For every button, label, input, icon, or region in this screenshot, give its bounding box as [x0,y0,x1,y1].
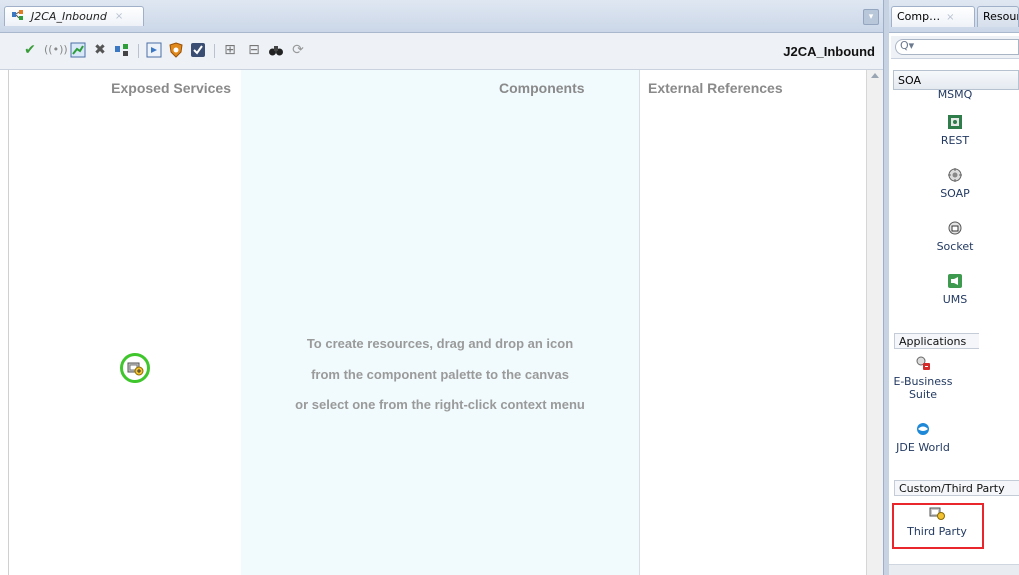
canvas-vertical-scrollbar[interactable] [866,70,884,575]
canvas-hint-line: or select one from the right-click conte… [295,397,585,412]
palette-category-select[interactable]: SOA [893,70,1019,90]
palette-item-e-business-suite[interactable]: E-Business Suite [891,355,955,401]
tab-resources[interactable]: Resour [977,6,1019,27]
exposed-services-title: Exposed Services [111,80,231,96]
wireless-icon[interactable]: ((•)) [44,42,68,58]
exposed-services-lane[interactable]: Exposed Services [8,70,242,575]
palette-item-label: JDE World [896,441,950,454]
palette-item-label: MSMQ [937,90,973,101]
composite-canvas[interactable]: Exposed Services Components To create re… [0,70,884,575]
component-palette: Comp… × Resour Q▾ SOA MSMQ REST SOAP Soc… [889,0,1019,575]
components-lane[interactable]: Components To create resources, drag and… [241,70,640,575]
tab-components[interactable]: Comp… × [891,6,975,27]
palette-item-label: Socket [936,240,974,253]
palette-item-label: SOAP [940,187,970,200]
search-icon[interactable]: Q▾ [900,39,914,52]
deploy-icon[interactable] [114,42,130,58]
palette-item-rest[interactable]: REST [891,114,1019,147]
service-icon[interactable] [146,42,162,58]
toolbar-separator [214,44,215,58]
palette-tab-strip: Comp… × Resour [889,0,1019,33]
composite-title: J2CA_Inbound [783,44,875,59]
socket-adapter-icon [891,220,1019,240]
close-icon[interactable]: × [946,12,954,23]
third-party-highlight-box [892,503,984,549]
palette-horizontal-scrollbar[interactable] [889,564,1019,575]
category-applications[interactable]: Applications [894,333,979,349]
collapse-icon[interactable]: ⊞ [222,42,238,58]
components-title: Components [499,80,585,96]
canvas-hint-line: To create resources, drag and drop an ic… [306,336,574,351]
canvas-hint-line: from the component palette to the canvas [311,367,569,382]
palette-item-label: REST [940,134,970,147]
palette-search-bar: Q▾ [891,36,1019,59]
rest-adapter-icon [891,114,1019,134]
editor-tab-strip: J2CA_Inbound × ▾ [0,0,883,33]
tab-components-label: Comp… [897,10,941,23]
third-party-adapter-icon[interactable] [120,353,150,383]
external-references-title: External References [648,80,783,96]
composite-toolbar: ✔ ((•)) ✖ ⊞ ⊟ ⟳ J2CA_Inbound [0,33,883,70]
chart-icon[interactable] [70,42,86,58]
palette-item-jde-world[interactable]: JDE World [891,421,955,454]
palette-item-socket[interactable]: Socket [891,220,1019,253]
tab-resources-label: Resour [983,10,1019,23]
palette-item-msmq[interactable]: MSMQ [891,90,1019,101]
composite-icon [11,9,27,24]
palette-item-ums[interactable]: UMS [891,273,1019,306]
refresh-icon[interactable]: ⟳ [290,42,306,58]
palette-item-label: E-Business Suite [893,375,953,401]
external-references-lane[interactable]: External References [640,70,866,575]
close-icon[interactable]: × [115,11,123,22]
palette-item-label: UMS [942,293,968,306]
editor-tab-j2ca-inbound[interactable]: J2CA_Inbound × [4,6,144,26]
tab-list-dropdown-button[interactable]: ▾ [863,9,879,25]
security-icon[interactable] [168,42,184,58]
expand-icon[interactable]: ⊟ [246,42,262,58]
toolbar-separator [138,44,139,58]
palette-search-box[interactable]: Q▾ [895,39,1019,55]
jde-adapter-icon [891,421,955,441]
category-custom-third-party[interactable]: Custom/Third Party [894,480,1019,496]
soap-adapter-icon [891,167,1019,187]
delete-icon[interactable]: ✖ [92,42,108,58]
editor-tab-label: J2CA_Inbound [31,10,107,23]
checkbox-icon[interactable] [190,42,206,58]
palette-item-list: MSMQ REST SOAP Socket UMS Applications E… [891,90,1019,575]
find-icon[interactable] [268,42,284,58]
palette-item-soap[interactable]: SOAP [891,167,1019,200]
ebs-adapter-icon [891,355,955,375]
ums-adapter-icon [891,273,1019,293]
palette-search-input[interactable] [920,41,1016,53]
validate-icon[interactable]: ✔ [22,42,38,58]
scroll-up-arrow-icon[interactable] [871,73,879,78]
